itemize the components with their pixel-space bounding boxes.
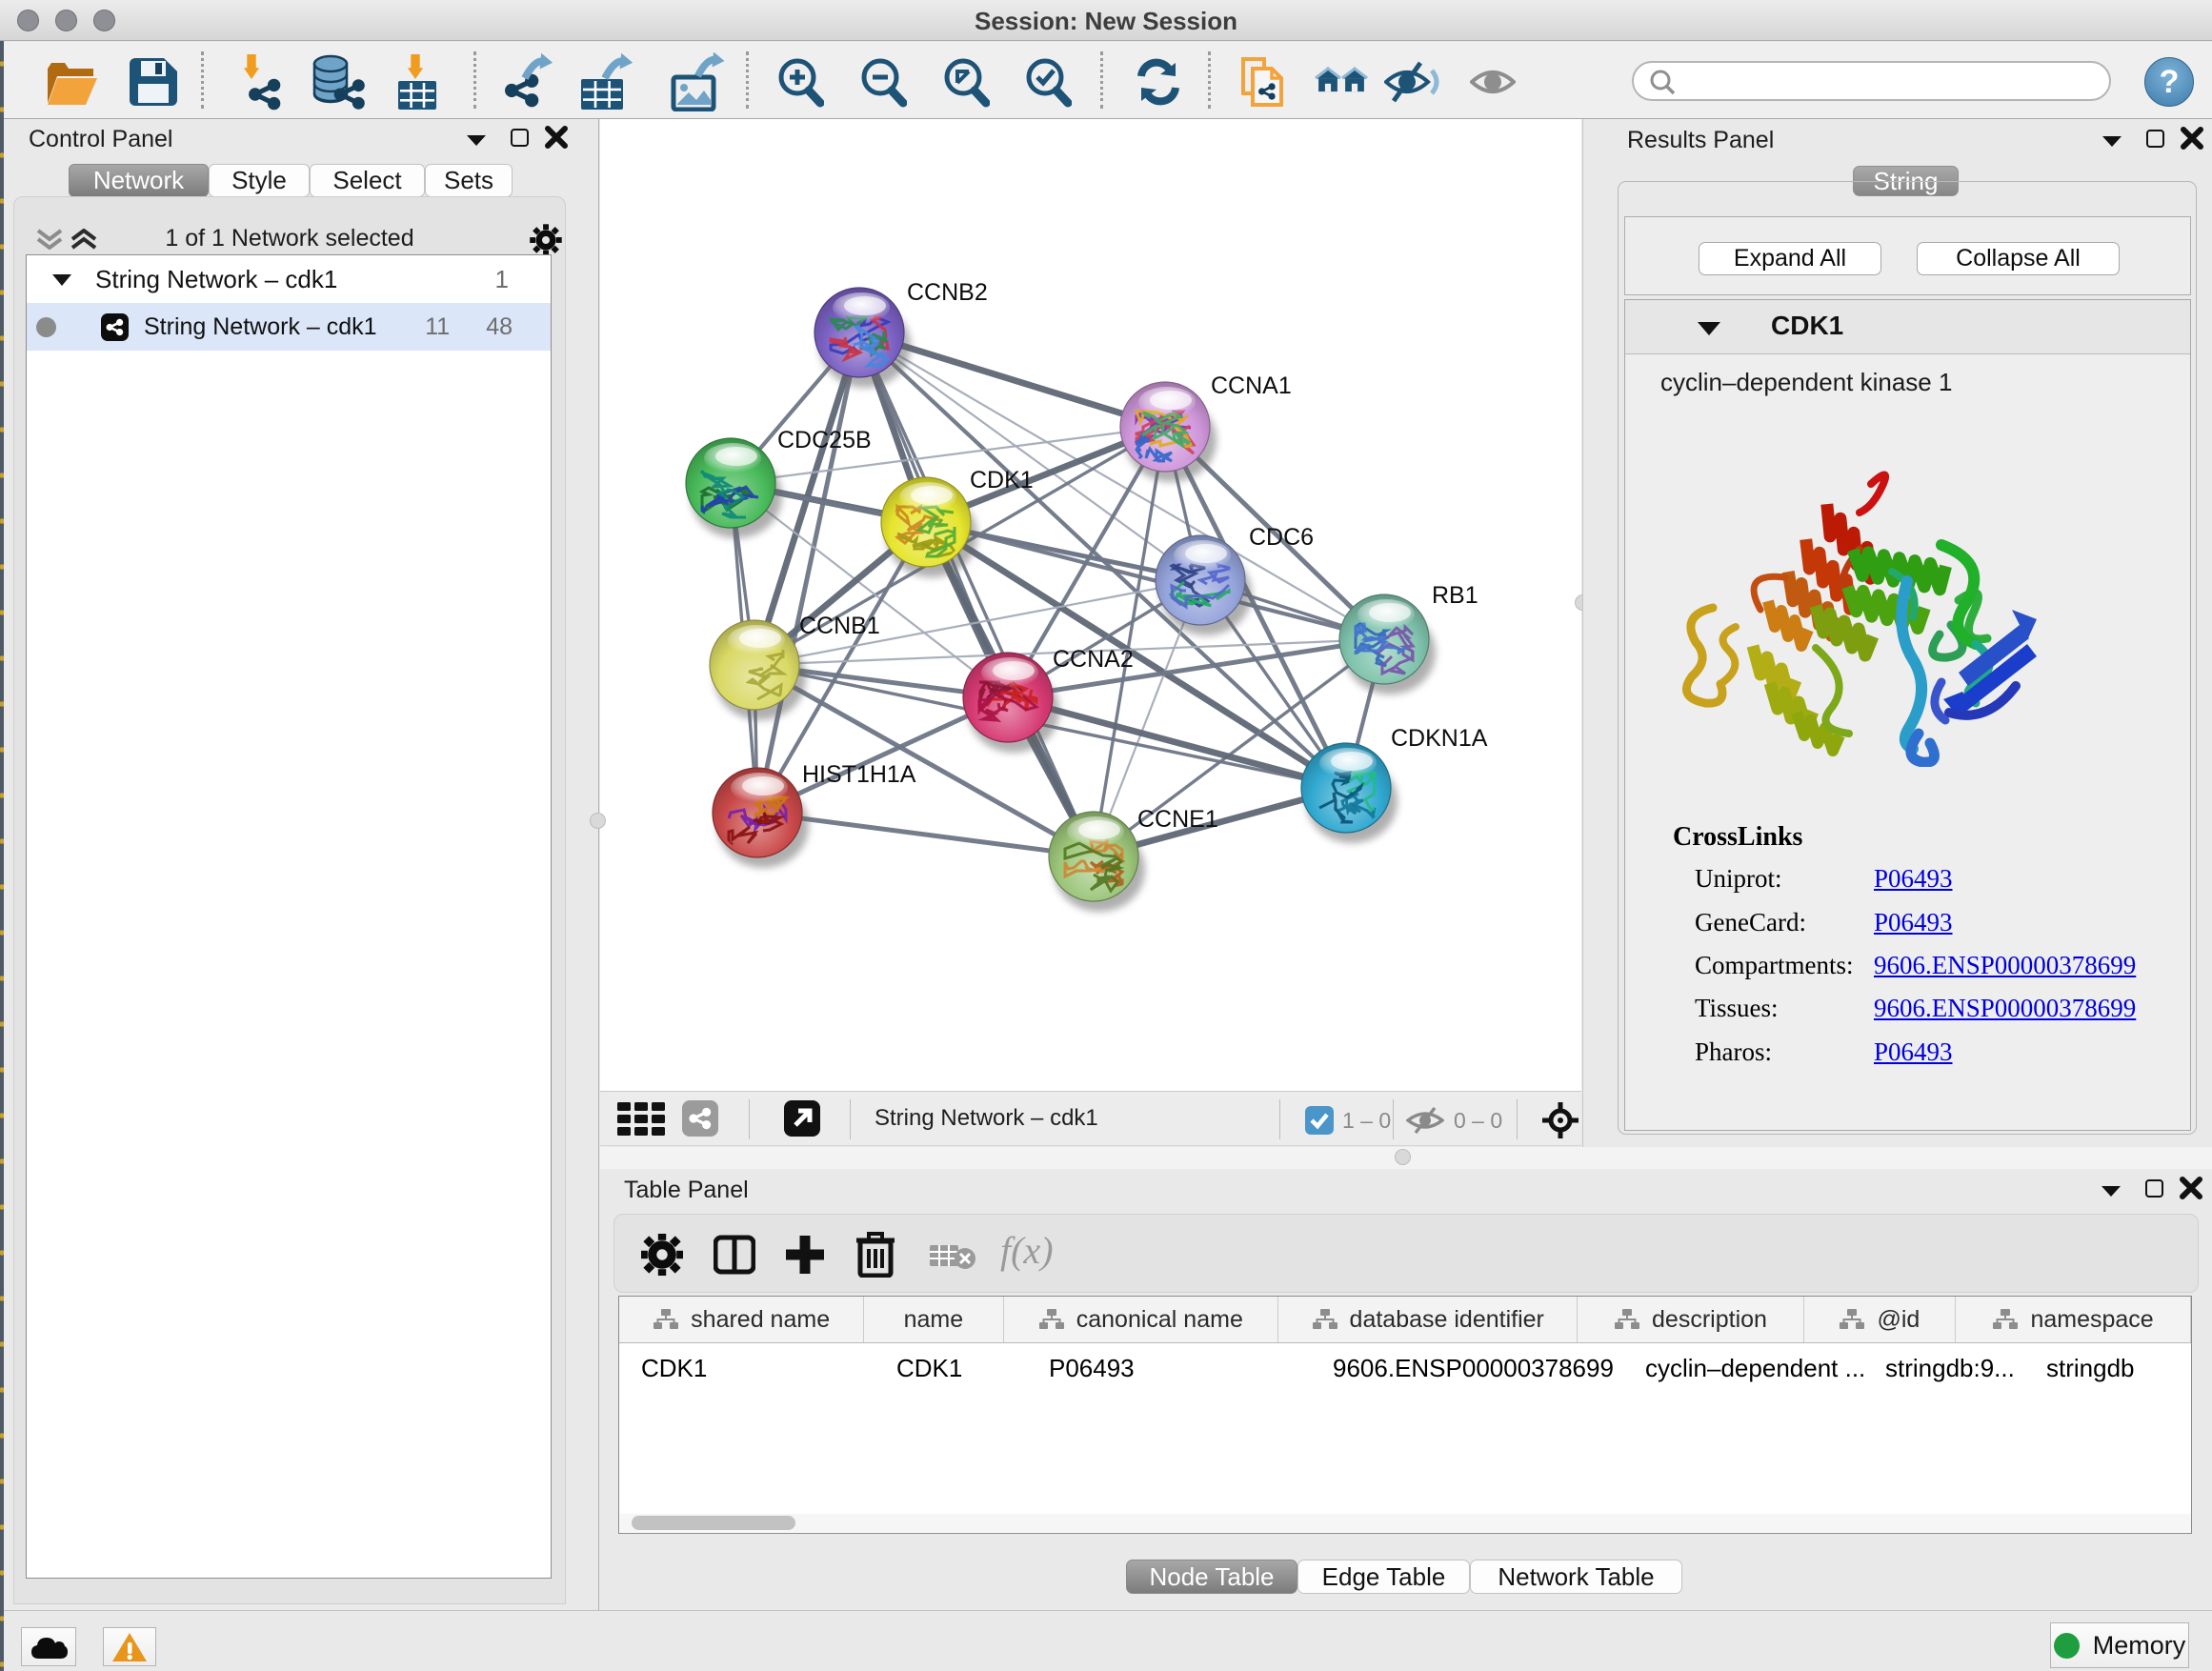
svg-text:HIST1H1A: HIST1H1A xyxy=(802,761,916,788)
svg-text:CDKN1A: CDKN1A xyxy=(1391,725,1488,752)
svg-text:RB1: RB1 xyxy=(1432,582,1478,609)
svg-text:CDK1: CDK1 xyxy=(970,467,1034,493)
svg-text:CCNA2: CCNA2 xyxy=(1053,646,1134,673)
svg-text:CCNE1: CCNE1 xyxy=(1137,806,1218,833)
svg-text:CCNB2: CCNB2 xyxy=(907,279,988,306)
svg-text:CCNB1: CCNB1 xyxy=(799,613,880,639)
svg-text:CDC25B: CDC25B xyxy=(777,427,872,453)
svg-text:CDC6: CDC6 xyxy=(1249,524,1314,551)
svg-text:CCNA1: CCNA1 xyxy=(1211,372,1292,399)
